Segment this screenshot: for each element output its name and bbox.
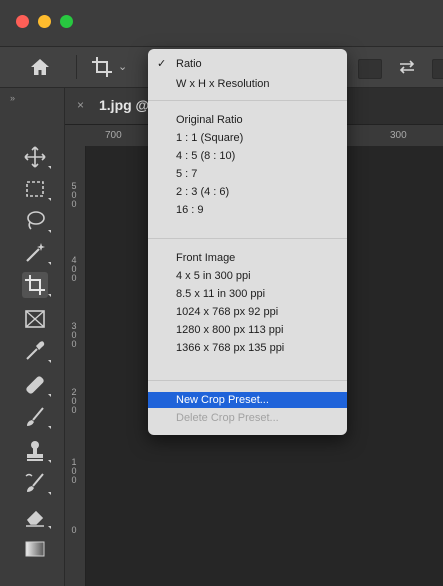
menu-item-new-crop-preset[interactable]: New Crop Preset...	[148, 392, 347, 408]
ruler-label: 3 0 0	[71, 321, 77, 349]
tool-group-caret	[48, 198, 51, 201]
tool-group-caret	[48, 166, 51, 169]
ruler-corner	[65, 125, 86, 147]
tool-group-caret	[48, 360, 51, 363]
tool-group-caret	[48, 492, 51, 495]
menu-separator	[148, 238, 347, 239]
minimize-window-button[interactable]	[38, 15, 51, 28]
menu-item-ratio-4-5[interactable]: 4 : 5 (8 : 10)	[148, 148, 347, 164]
healing-brush-icon[interactable]	[22, 372, 51, 398]
ruler-label: 2 0 0	[71, 387, 77, 415]
menu-item-1024x768[interactable]: 1024 x 768 px 92 ppi	[148, 304, 347, 320]
menu-separator	[148, 100, 347, 101]
menu-item-wxh-resolution[interactable]: W x H x Resolution	[148, 76, 347, 92]
tool-group-caret	[48, 526, 51, 529]
resolution-field[interactable]	[432, 59, 443, 79]
ruler-label: 300	[390, 130, 407, 141]
vertical-ruler: 5 0 0 4 0 0 3 0 0 2 0 0 1 0 0 0	[65, 146, 86, 586]
collapse-panel-button[interactable]: »	[10, 93, 15, 103]
history-brush-icon[interactable]	[22, 470, 51, 496]
home-icon[interactable]	[29, 56, 51, 78]
menu-item-1366x768[interactable]: 1366 x 768 px 135 ppi	[148, 340, 347, 356]
document-tab-title: 1.jpg @	[99, 97, 150, 113]
ruler-label: 4 0 0	[71, 255, 77, 283]
ruler-label: 1 0 0	[71, 457, 77, 485]
menu-item-original-ratio[interactable]: Original Ratio	[148, 112, 347, 128]
marquee-icon[interactable]	[22, 176, 51, 202]
crop-tool-icon[interactable]	[90, 55, 114, 79]
gradient-icon[interactable]	[22, 536, 48, 562]
tool-group-caret	[48, 262, 51, 265]
crop-preset-menu: ✓ Ratio W x H x Resolution Original Rati…	[148, 49, 347, 435]
close-tab-icon[interactable]: ×	[77, 98, 84, 112]
chevron-down-icon[interactable]: ⌄	[118, 60, 127, 73]
menu-separator	[148, 380, 347, 381]
options-divider	[76, 55, 77, 79]
crop-icon[interactable]	[22, 272, 51, 298]
title-bar	[0, 0, 443, 47]
eyedropper-icon[interactable]	[22, 338, 51, 364]
menu-item-ratio-5-7[interactable]: 5 : 7	[148, 166, 347, 182]
menu-item-ratio-2-3[interactable]: 2 : 3 (4 : 6)	[148, 184, 347, 200]
menu-item-front-image[interactable]: Front Image	[148, 250, 347, 266]
ruler-label: 0	[71, 525, 77, 535]
ruler-label: 700	[105, 130, 122, 141]
tool-group-caret	[48, 294, 51, 297]
brush-icon[interactable]	[22, 404, 51, 430]
menu-item-ratio-16-9[interactable]: 16 : 9	[148, 202, 347, 218]
menu-item-8-5x11-300ppi[interactable]: 8.5 x 11 in 300 ppi	[148, 286, 347, 302]
tool-group-caret	[48, 460, 51, 463]
tools-panel: »	[0, 88, 65, 586]
clone-stamp-icon[interactable]	[22, 438, 51, 464]
frame-icon[interactable]	[22, 306, 48, 332]
magic-wand-icon[interactable]	[22, 240, 51, 266]
tool-group-caret	[48, 394, 51, 397]
menu-item-ratio-1-1[interactable]: 1 : 1 (Square)	[148, 130, 347, 146]
menu-item-1280x800[interactable]: 1280 x 800 px 113 ppi	[148, 322, 347, 338]
ruler-label: 5 0 0	[71, 181, 77, 209]
ratio-height-field[interactable]	[358, 59, 382, 79]
tool-group-caret	[48, 426, 51, 429]
checkmark-icon: ✓	[157, 58, 167, 70]
lasso-icon[interactable]	[22, 208, 51, 234]
document-tab[interactable]: × 1.jpg @	[65, 88, 157, 124]
menu-item-4x5-300ppi[interactable]: 4 x 5 in 300 ppi	[148, 268, 347, 284]
move-icon[interactable]	[22, 144, 51, 170]
menu-item-delete-crop-preset: Delete Crop Preset...	[176, 412, 279, 424]
menu-item-ratio[interactable]: ✓ Ratio	[148, 56, 347, 72]
zoom-window-button[interactable]	[60, 15, 73, 28]
close-window-button[interactable]	[16, 15, 29, 28]
tool-group-caret	[48, 230, 51, 233]
swap-icon[interactable]	[397, 58, 417, 76]
eraser-icon[interactable]	[22, 504, 51, 530]
